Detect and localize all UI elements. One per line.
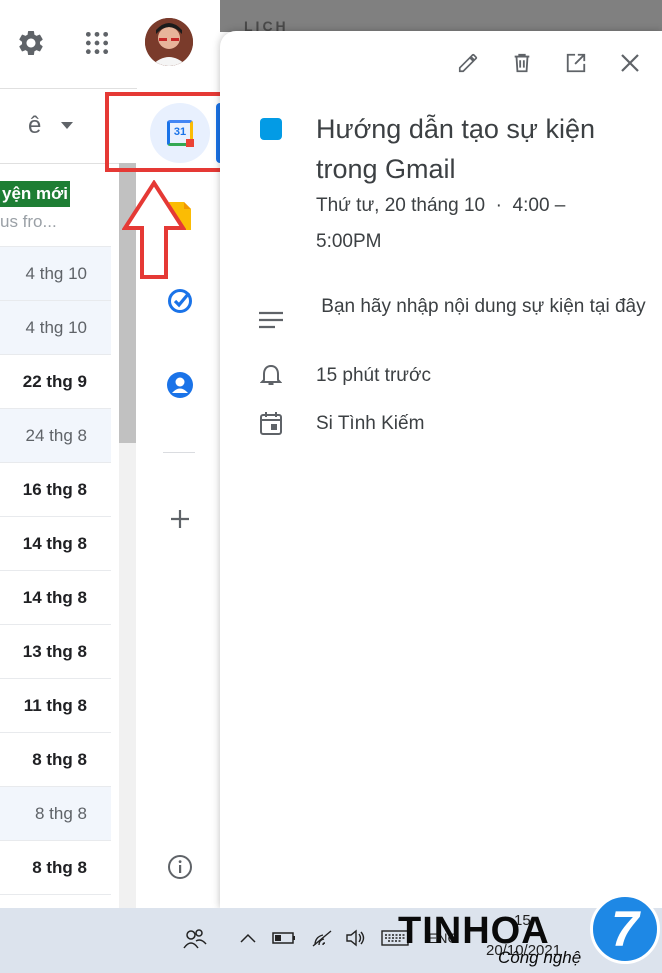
highlight-box [105,92,226,172]
brand-number-badge: 7 [590,894,660,964]
tinhoa-watermark: TINHOA Công nghệ 7 [398,894,662,973]
email-row[interactable]: 13 thg 8 [0,625,111,679]
up-arrow-annotation [122,180,186,280]
panel-header: LỊCH [220,0,662,34]
email-row[interactable]: 8 thg 8 [0,733,111,787]
email-row[interactable]: 4 thg 10 [0,301,111,355]
side-panel-divider [163,452,195,453]
event-description: Bạn hãy nhập nội dung sự kiện tại đây [316,296,646,317]
event-reminder: 15 phút trước [316,365,431,386]
chevron-up-icon[interactable] [236,926,260,950]
description-icon [258,307,284,333]
user-avatar[interactable] [145,18,193,66]
email-row[interactable]: 4 thg 10 [0,247,111,301]
edit-icon[interactable] [450,45,486,81]
input-tools-label: ê [28,112,42,139]
google-tasks-icon [168,289,192,313]
contacts-app-button[interactable] [163,368,197,402]
brand-number: 7 [611,901,639,957]
brand-subtitle: Công nghệ [498,948,582,967]
wifi-icon[interactable] [308,926,336,950]
email-row[interactable]: 14 thg 8 [0,571,111,625]
email-row[interactable]: 11 thg 8 [0,679,111,733]
delete-icon[interactable] [504,45,540,81]
email-row[interactable]: 14 thg 8 [0,517,111,571]
email-row[interactable]: 8 thg 8 [0,841,111,895]
email-row[interactable]: 16 thg 8 [0,463,111,517]
email-date: 14 thg 8 [22,587,87,607]
email-row[interactable]: 24 thg 8 [0,409,111,463]
email-snippet: us fro... [0,212,57,231]
bell-icon [258,363,284,389]
email-date: 24 thg 8 [25,425,87,445]
email-date: 4 thg 10 [25,263,87,283]
event-datetime-line2: 5:00PM [316,231,382,252]
apps-grid-icon[interactable] [78,24,116,62]
info-icon[interactable] [163,850,197,884]
email-row-first[interactable]: yện mới us fro... [0,164,111,247]
event-detail-card: Hướng dẫn tạo sự kiện trong Gmail Thứ tư… [220,31,662,908]
email-row[interactable]: 22 thg 9 [0,355,111,409]
tasks-app-button[interactable] [163,284,197,318]
plus-icon[interactable] [163,502,197,536]
email-date: 4 thg 10 [25,317,87,337]
open-in-new-icon[interactable] [558,45,594,81]
google-contacts-icon [167,372,193,398]
email-date: 8 thg 8 [35,803,87,823]
email-date: 13 thg 8 [22,641,87,661]
event-calendar-owner: Si Tình Kiếm [316,413,425,434]
volume-icon[interactable] [342,926,370,950]
email-date: 8 thg 8 [32,749,87,769]
close-icon[interactable] [612,45,648,81]
email-date: 8 thg 8 [32,857,87,877]
gear-icon[interactable] [12,24,50,62]
input-tools-button[interactable]: ê [28,108,88,144]
brand-text: TINHOA [398,910,550,952]
event-title: Hướng dẫn tạo sự kiện trong Gmail [316,114,596,184]
calendar-icon [258,410,284,436]
event-color-chip [260,118,282,140]
email-date: 16 thg 8 [22,479,87,499]
email-date: 11 thg 8 [23,695,87,715]
battery-icon[interactable] [270,926,298,950]
email-row[interactable]: 8 thg 8 [0,787,111,841]
header-divider [0,88,137,89]
event-datetime-line1: Thứ tư, 20 tháng 10 · 4:00 – [316,195,566,216]
label-badge: yện mới [0,181,70,207]
people-icon[interactable] [180,924,210,954]
email-date: 22 thg 9 [22,371,87,391]
windows-taskbar: ENG 15: 20/10/2021 TINHOA Công nghệ 7 [0,894,662,973]
email-date: 14 thg 8 [22,533,87,553]
caret-down-icon [61,122,74,130]
